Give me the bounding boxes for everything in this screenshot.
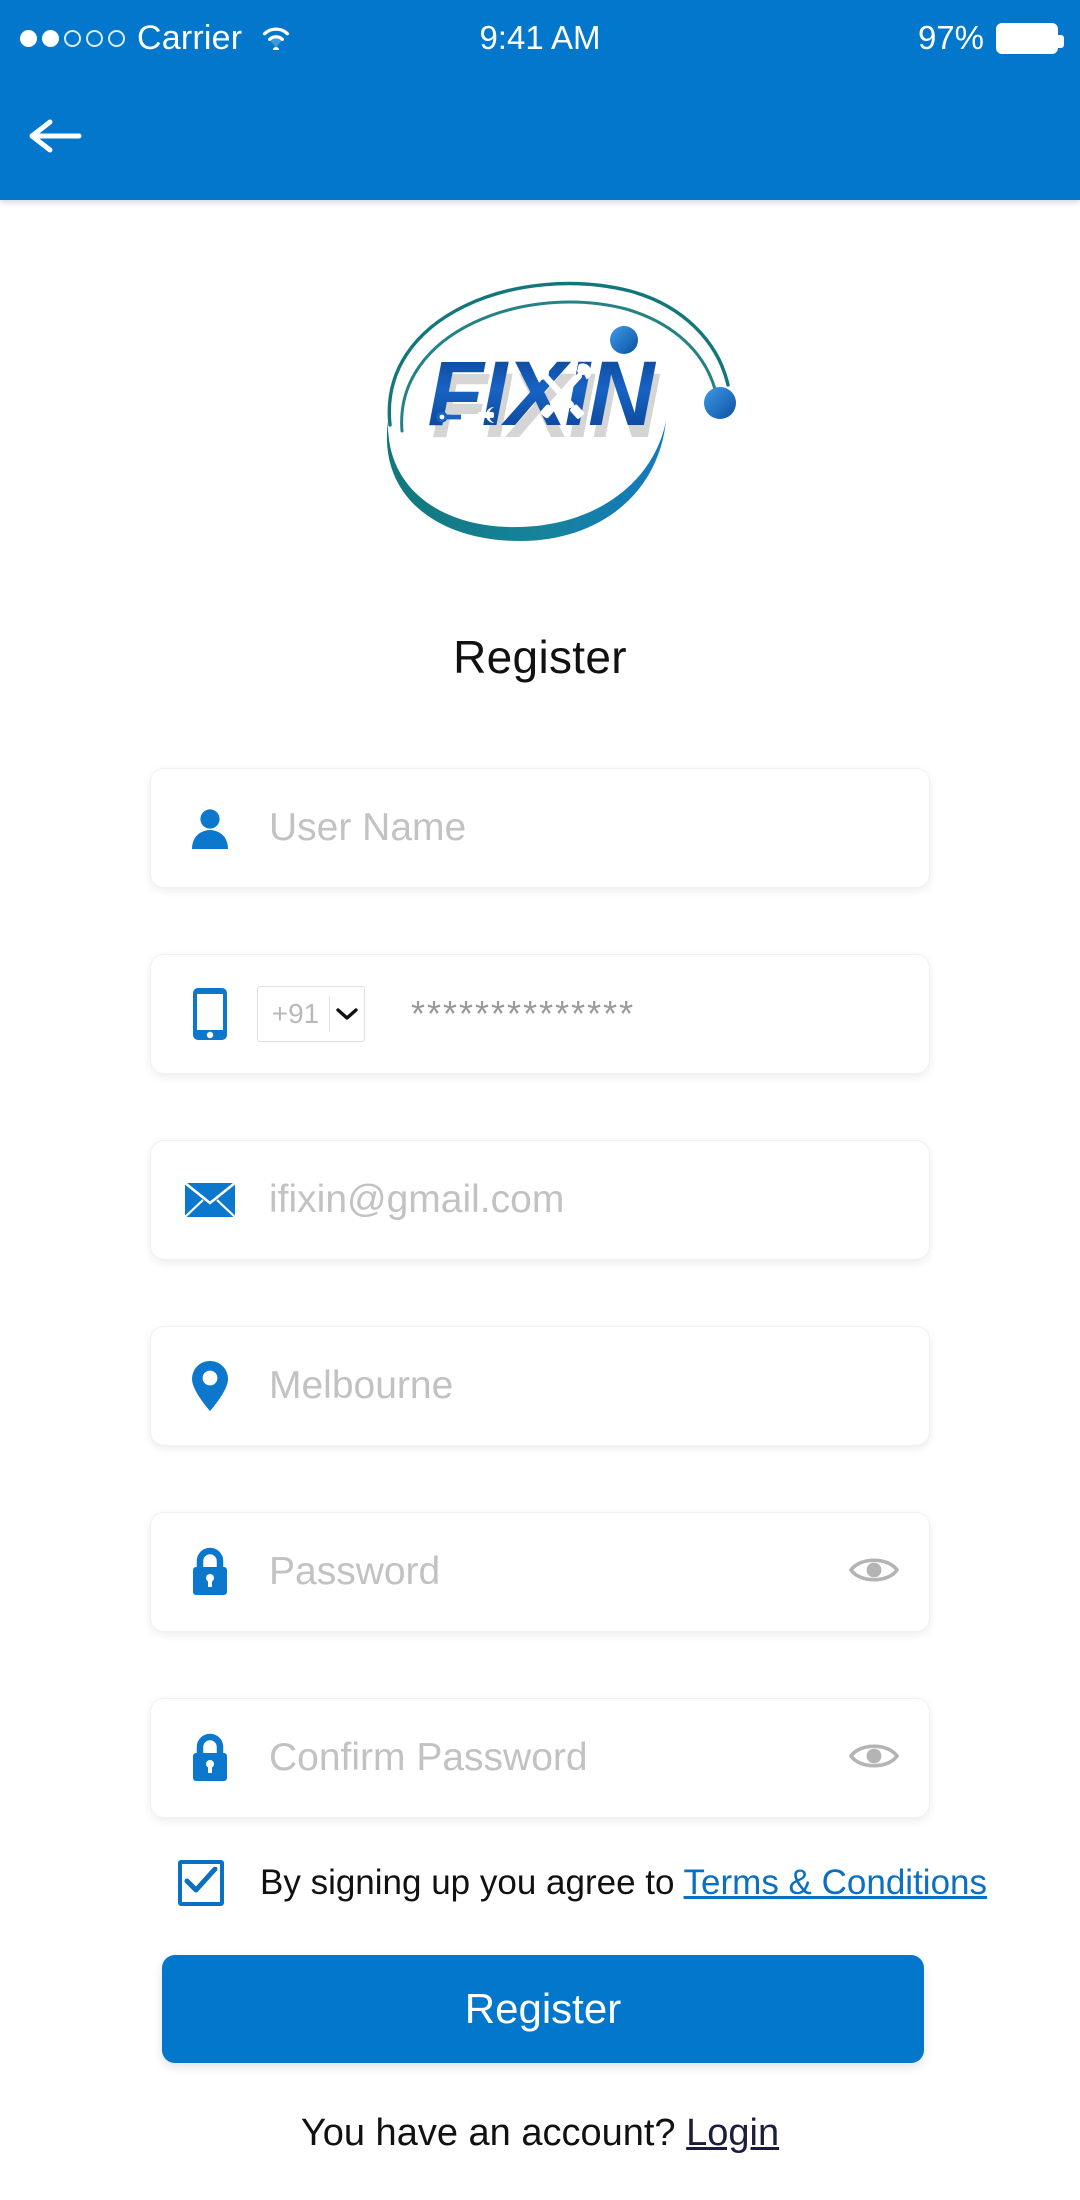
svg-text:FIXIN: FIXIN: [427, 343, 657, 445]
status-bar-right: 97%: [917, 19, 1064, 57]
confirm-password-input[interactable]: [269, 1736, 819, 1780]
login-prompt: You have an account? Login: [0, 2112, 1080, 2155]
terms-row: By signing up you agree to Terms & Condi…: [178, 1860, 987, 1906]
email-field[interactable]: [150, 1140, 930, 1260]
phone-field[interactable]: +91 **************: [150, 954, 930, 1074]
user-icon: [151, 805, 269, 851]
status-bar: Carrier 9:41 AM 97%: [0, 0, 1080, 76]
country-code-select[interactable]: +91: [257, 986, 365, 1042]
mobile-icon: [151, 986, 269, 1042]
eye-icon: [848, 1553, 900, 1592]
login-prompt-text: You have an account?: [300, 2112, 687, 2154]
lock-icon: [151, 1546, 269, 1598]
app-header: Carrier 9:41 AM 97%: [0, 0, 1080, 200]
register-form: +91 **************: [150, 768, 930, 1884]
phone-number-placeholder[interactable]: **************: [411, 993, 929, 1035]
battery-icon: [996, 22, 1064, 54]
country-code-value: +91: [271, 998, 320, 1029]
checkmark-icon: [184, 1866, 218, 1900]
password-field[interactable]: [150, 1512, 930, 1632]
lock-icon: [151, 1732, 269, 1784]
password-input[interactable]: [269, 1550, 819, 1594]
login-link[interactable]: Login: [686, 2112, 779, 2154]
location-field[interactable]: [150, 1326, 930, 1446]
back-arrow-icon: [24, 116, 86, 161]
terms-checkbox[interactable]: [178, 1860, 224, 1906]
register-button[interactable]: Register: [162, 1955, 924, 2063]
eye-icon: [848, 1739, 900, 1778]
terms-text-prefix: By signing up you agree to: [260, 1863, 684, 1902]
terms-and-conditions-link[interactable]: Terms & Conditions: [684, 1863, 987, 1902]
register-screen: Carrier 9:41 AM 97% FIXIN FIXIN Register…: [0, 0, 1080, 2200]
ifixin-logo-graphic: FIXIN FIXIN: [386, 281, 736, 541]
username-field[interactable]: [150, 768, 930, 888]
confirm-password-visibility-toggle[interactable]: [819, 1739, 929, 1778]
location-pin-icon: [151, 1359, 269, 1413]
password-visibility-toggle[interactable]: [819, 1553, 929, 1592]
app-logo: FIXIN FIXIN: [0, 230, 1080, 560]
location-input[interactable]: [269, 1364, 929, 1408]
chevron-down-icon: [330, 1007, 364, 1021]
terms-text: By signing up you agree to Terms & Condi…: [260, 1863, 987, 1903]
back-button[interactable]: [24, 108, 94, 168]
username-input[interactable]: [269, 806, 929, 850]
email-input[interactable]: [269, 1178, 929, 1222]
confirm-password-field[interactable]: [150, 1698, 930, 1818]
envelope-icon: [151, 1180, 269, 1220]
page-title: Register: [453, 631, 627, 683]
battery-percent-label: 97%: [917, 19, 984, 56]
